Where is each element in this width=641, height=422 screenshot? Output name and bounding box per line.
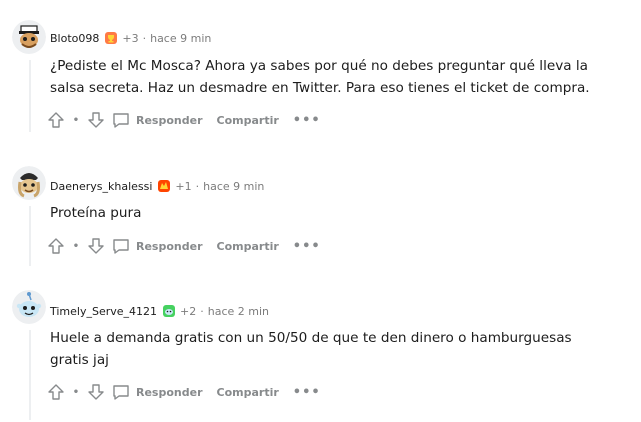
timestamp[interactable]: hace 2 min <box>208 305 269 318</box>
avatar[interactable] <box>12 166 46 200</box>
downvote-icon <box>88 112 104 128</box>
downvote-icon <box>88 238 104 254</box>
downvote-button[interactable] <box>86 383 106 401</box>
share-label: Compartir <box>216 113 279 127</box>
comment: Daenerys_khalessi +1 · hace 9 min Proteí… <box>0 140 641 270</box>
comment-text: Huele a demanda gratis con un 50/50 de q… <box>50 330 572 368</box>
timestamp[interactable]: hace 9 min <box>150 32 211 45</box>
reply-label: Responder <box>136 239 203 253</box>
upvote-button[interactable] <box>46 237 66 255</box>
share-button[interactable]: Compartir <box>217 114 279 127</box>
comment-header: Daenerys_khalessi +1 · hace 9 min <box>50 178 264 194</box>
thread-line[interactable] <box>29 330 31 420</box>
comment-actions: • Responder Compartir ••• <box>46 380 321 404</box>
username[interactable]: Bloto098 <box>50 32 99 45</box>
thread-line[interactable] <box>29 60 31 132</box>
share-button[interactable]: Compartir <box>217 240 279 253</box>
reply-button[interactable]: Responder <box>112 237 203 255</box>
comment-header: Timely_Serve_4121 +2 · hace 2 min <box>50 303 269 319</box>
comment-bubble-icon <box>113 239 129 254</box>
timestamp[interactable]: hace 9 min <box>203 180 264 193</box>
comment-bubble-icon <box>113 113 129 128</box>
upvote-button[interactable] <box>46 383 66 401</box>
reply-label: Responder <box>136 113 203 127</box>
upvote-button[interactable] <box>46 111 66 129</box>
share-label: Compartir <box>216 239 279 253</box>
share-label: Compartir <box>216 385 279 399</box>
separator-dot: · <box>195 179 200 193</box>
reply-button[interactable]: Responder <box>112 383 203 401</box>
more-options-button[interactable]: ••• <box>293 113 321 128</box>
dragon-flair-icon <box>157 179 171 193</box>
downvote-button[interactable] <box>86 237 106 255</box>
comment-bubble-icon <box>113 385 129 400</box>
upvote-icon <box>48 384 64 400</box>
share-button[interactable]: Compartir <box>217 386 279 399</box>
karma-count: +1 <box>175 179 192 193</box>
more-options-button[interactable]: ••• <box>293 239 321 254</box>
separator-dot: · <box>142 31 147 45</box>
comment-actions: • Responder Compartir ••• <box>46 234 321 258</box>
username[interactable]: Daenerys_khalessi <box>50 180 152 193</box>
vote-score: • <box>72 386 80 398</box>
vote-score: • <box>72 114 80 126</box>
karma-count: +3 <box>122 31 139 45</box>
comment-text: Proteína pura <box>50 205 142 221</box>
downvote-button[interactable] <box>86 111 106 129</box>
more-options-button[interactable]: ••• <box>293 385 321 400</box>
reply-button[interactable]: Responder <box>112 111 203 129</box>
comment-text: ¿Pediste el Mc Mosca? Ahora ya sabes por… <box>50 58 590 96</box>
separator-dot: · <box>200 304 204 318</box>
karma-count: +2 <box>180 304 197 318</box>
upvote-icon <box>48 112 64 128</box>
avatar[interactable] <box>12 20 46 54</box>
trophy-flair-icon <box>104 31 118 45</box>
reply-label: Responder <box>136 385 203 399</box>
comment-actions: • Responder Compartir ••• <box>46 108 321 132</box>
vote-score: • <box>72 240 80 252</box>
username[interactable]: Timely_Serve_4121 <box>50 305 157 318</box>
comment-header: Bloto098 +3 · hace 9 min <box>50 30 211 46</box>
snoo-flair-icon <box>162 304 176 318</box>
downvote-icon <box>88 384 104 400</box>
thread-line[interactable] <box>29 206 31 266</box>
avatar[interactable] <box>12 290 46 324</box>
upvote-icon <box>48 238 64 254</box>
comment: Timely_Serve_4121 +2 · hace 2 min Huele … <box>0 270 641 422</box>
comment: Bloto098 +3 · hace 9 min ¿Pediste el Mc … <box>0 0 641 140</box>
